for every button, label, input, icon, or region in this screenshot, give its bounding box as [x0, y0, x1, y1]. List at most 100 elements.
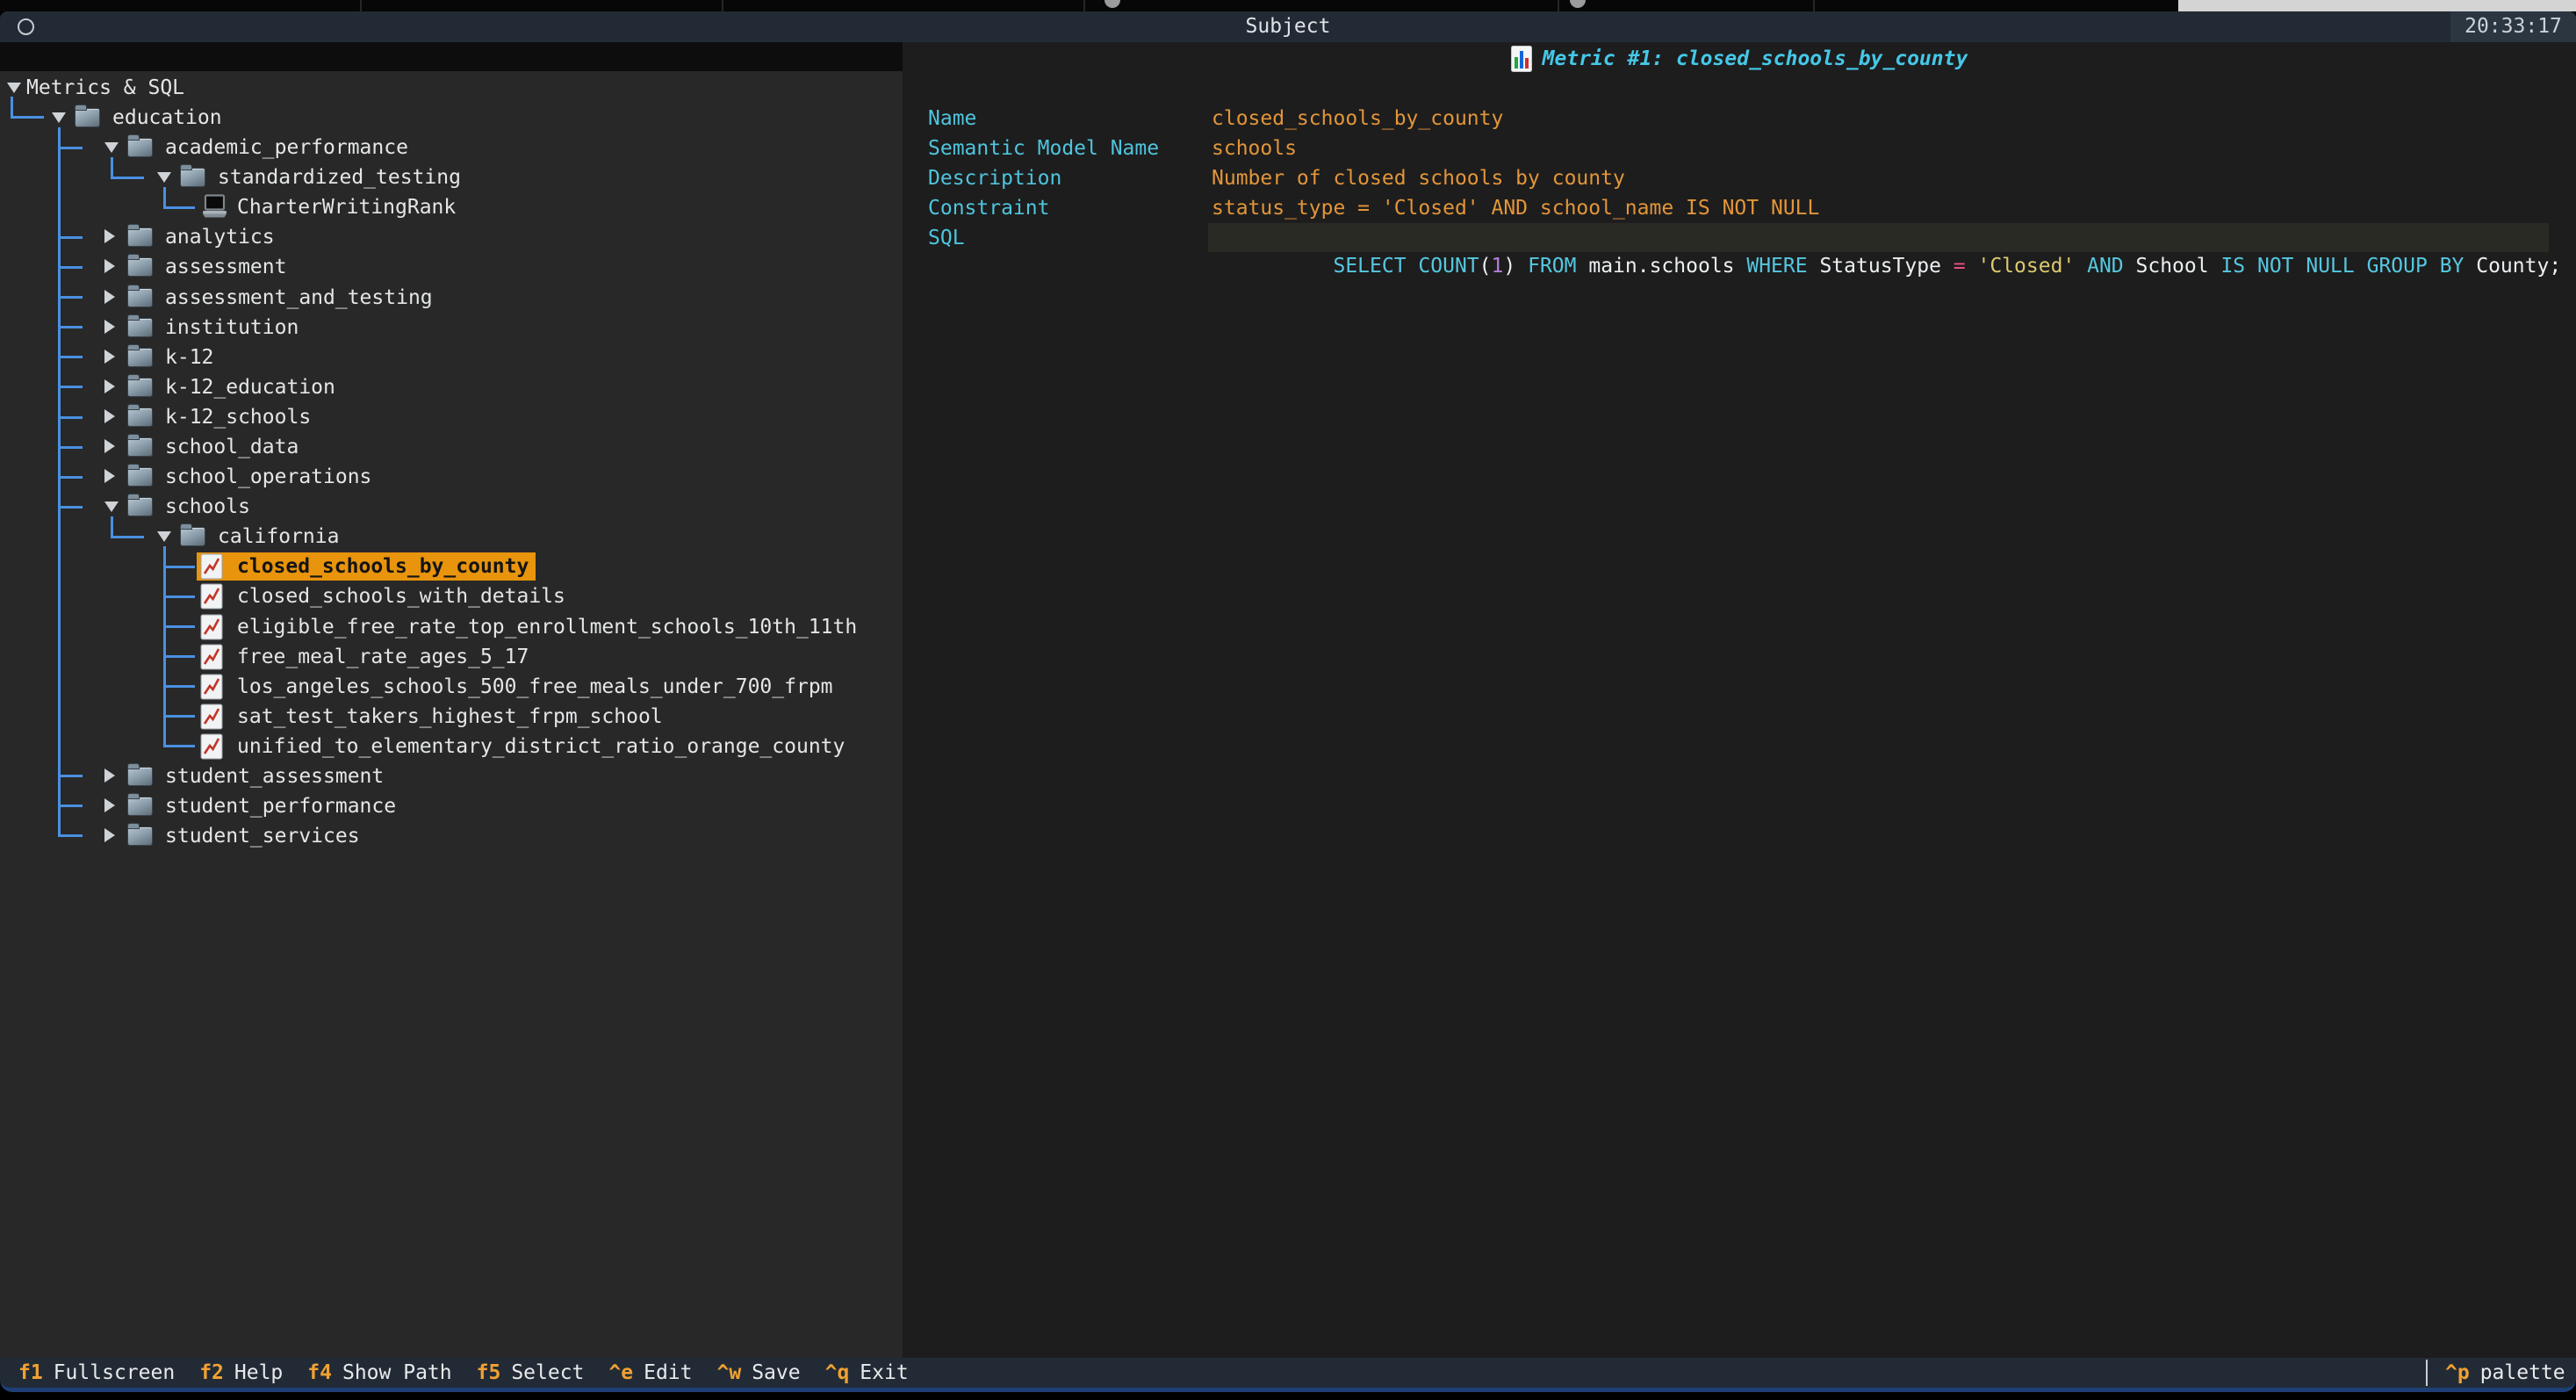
collapsed-arrow-icon[interactable]	[104, 320, 115, 334]
tree-item-student-assessment[interactable]: student_assessment	[0, 761, 903, 791]
tree-item-label: analytics	[165, 222, 275, 252]
collapsed-arrow-icon[interactable]	[104, 229, 115, 243]
shortcut-help[interactable]: f2Help	[199, 1358, 283, 1388]
field-label-name: Name	[928, 104, 976, 134]
shortcut-show-path[interactable]: f4Show Path	[307, 1358, 451, 1388]
tree-item-k-12-education[interactable]: k-12_education	[0, 372, 903, 402]
tree-item-student-performance[interactable]: student_performance	[0, 791, 903, 821]
metric-chart-icon	[200, 583, 223, 610]
collapsed-arrow-icon[interactable]	[104, 259, 115, 273]
tree-item-k-12[interactable]: k-12	[0, 343, 903, 372]
field-value-description: Number of closed schools by county	[1212, 163, 1625, 193]
folder-icon	[128, 408, 152, 426]
folder-icon	[128, 379, 152, 396]
expanded-arrow-icon[interactable]	[157, 172, 171, 183]
tree-item-metrics-and-sql[interactable]: Metrics & SQL	[0, 73, 903, 103]
tree-item-education[interactable]: education	[0, 103, 903, 133]
laptop-model-icon	[200, 194, 228, 219]
tree-item-analytics[interactable]: analytics	[0, 222, 903, 252]
tree-item-free-meal-rate[interactable]: free_meal_rate_ages_5_17	[0, 642, 903, 672]
field-value-constraint: status_type = 'Closed' AND school_name I…	[1212, 193, 1819, 223]
shortcut-key: f5	[477, 1361, 501, 1384]
shortcut-label: Show Path	[342, 1361, 452, 1384]
collapsed-arrow-icon[interactable]	[104, 828, 115, 842]
sql-token: StatusType	[1819, 255, 1953, 278]
metric-chart-icon	[200, 674, 223, 700]
tree-item-label: k-12_schools	[165, 402, 311, 432]
tree-item-label: standardized_testing	[218, 162, 461, 192]
tree-item-unified-to-elementary[interactable]: unified_to_elementary_district_ratio_ora…	[0, 732, 903, 761]
tree-item-label: school_data	[165, 432, 299, 462]
collapsed-arrow-icon[interactable]	[104, 409, 115, 423]
tree-item-charterwritingrank[interactable]: CharterWritingRank	[0, 192, 903, 222]
collapsed-arrow-icon[interactable]	[104, 798, 115, 812]
tree-item-los-angeles-schools[interactable]: los_angeles_schools_500_free_meals_under…	[0, 672, 903, 702]
shortcut-edit[interactable]: ^eEdit	[608, 1358, 692, 1388]
sql-statement: SELECT COUNT(1) FROM main.schools WHERE …	[1212, 223, 2561, 252]
collapsed-arrow-icon[interactable]	[104, 769, 115, 783]
collapsed-arrow-icon[interactable]	[104, 469, 115, 483]
shortcut-palette[interactable]: ^ppalette	[2445, 1358, 2565, 1388]
metric-detail-title: Metric #1: closed_schools_by_county	[1543, 47, 1968, 70]
tree-item-student-services[interactable]: student_services	[0, 821, 903, 851]
sql-token: School	[2136, 255, 2221, 278]
tree-item-label: student_assessment	[165, 761, 384, 791]
tree-item-label: Metrics & SQL	[26, 73, 184, 103]
tab-divider	[360, 0, 362, 11]
tree-item-eligible-free-rate[interactable]: eligible_free_rate_top_enrollment_school…	[0, 612, 903, 642]
shortcut-fullscreen[interactable]: f1Fullscreen	[18, 1358, 175, 1388]
expanded-arrow-icon[interactable]	[7, 83, 21, 93]
tree-item-schools[interactable]: schools	[0, 492, 903, 522]
sql-token: )	[1503, 255, 1528, 278]
shortcut-label: Help	[234, 1361, 283, 1384]
expanded-arrow-icon[interactable]	[104, 142, 119, 153]
folder-icon	[128, 289, 152, 307]
tree-item-label: school_operations	[165, 462, 371, 492]
tree-item-academic-performance[interactable]: academic_performance	[0, 133, 903, 162]
sql-token: WHERE	[1746, 255, 1819, 278]
expanded-arrow-icon[interactable]	[104, 502, 119, 512]
tree-item-school-data[interactable]: school_data	[0, 432, 903, 462]
folder-icon	[128, 498, 152, 516]
field-label-semantic-model-name: Semantic Model Name	[928, 134, 1159, 163]
tree-item-label: eligible_free_rate_top_enrollment_school…	[237, 612, 857, 642]
terminal-app-window: Subject 20:33:17	[0, 11, 2576, 1392]
desktop-strip	[0, 0, 2576, 11]
tree-item-assessment[interactable]: assessment	[0, 252, 903, 282]
shortcut-exit[interactable]: ^qExit	[825, 1358, 909, 1388]
expanded-arrow-icon[interactable]	[52, 112, 66, 123]
collapsed-arrow-icon[interactable]	[104, 350, 115, 364]
collapsed-arrow-icon[interactable]	[104, 290, 115, 304]
folder-icon	[128, 228, 152, 246]
footer-shortcuts: f1Fullscreen f2Help f4Show Path f5Select…	[18, 1358, 909, 1388]
shortcut-select[interactable]: f5Select	[477, 1358, 585, 1388]
favicon-circle-icon	[1105, 0, 1120, 8]
tree-item-k-12-schools[interactable]: k-12_schools	[0, 402, 903, 432]
tree-item-label: free_meal_rate_ages_5_17	[237, 642, 529, 672]
collapsed-arrow-icon[interactable]	[104, 439, 115, 453]
tree-item-california[interactable]: california	[0, 522, 903, 552]
tree-item-sat-test-takers[interactable]: sat_test_takers_highest_frpm_school	[0, 702, 903, 732]
metric-chart-icon	[200, 704, 223, 730]
main-area: Metrics & SQL education academic_perform…	[0, 42, 2576, 1358]
shortcut-save[interactable]: ^wSave	[717, 1358, 801, 1388]
expanded-arrow-icon[interactable]	[157, 531, 171, 542]
tree-item-standardized-testing[interactable]: standardized_testing	[0, 162, 903, 192]
folder-icon	[128, 139, 152, 156]
tree-item-school-operations[interactable]: school_operations	[0, 462, 903, 492]
tree-item-closed-schools-with-details[interactable]: closed_schools_with_details	[0, 581, 903, 611]
tree-item-closed-schools-by-county-selected[interactable]: closed_schools_by_county	[0, 552, 903, 581]
shortcut-label: Fullscreen	[54, 1361, 175, 1384]
field-label-sql: SQL	[928, 223, 965, 253]
field-value-name: closed_schools_by_county	[1212, 104, 1503, 134]
shortcut-label: Exit	[860, 1361, 908, 1384]
metric-chart-icon	[200, 614, 223, 640]
collapsed-arrow-icon[interactable]	[104, 379, 115, 393]
sql-statement-row: SELECT COUNT(1) FROM main.schools WHERE …	[1208, 223, 2549, 252]
tree-item-assessment-and-testing[interactable]: assessment_and_testing	[0, 283, 903, 313]
tree-item-label: education	[112, 103, 222, 133]
tree-item-label: student_performance	[165, 791, 396, 821]
tree-item-institution[interactable]: institution	[0, 313, 903, 343]
tab-divider	[1813, 0, 1815, 11]
sql-token: COUNT	[1418, 255, 1479, 278]
